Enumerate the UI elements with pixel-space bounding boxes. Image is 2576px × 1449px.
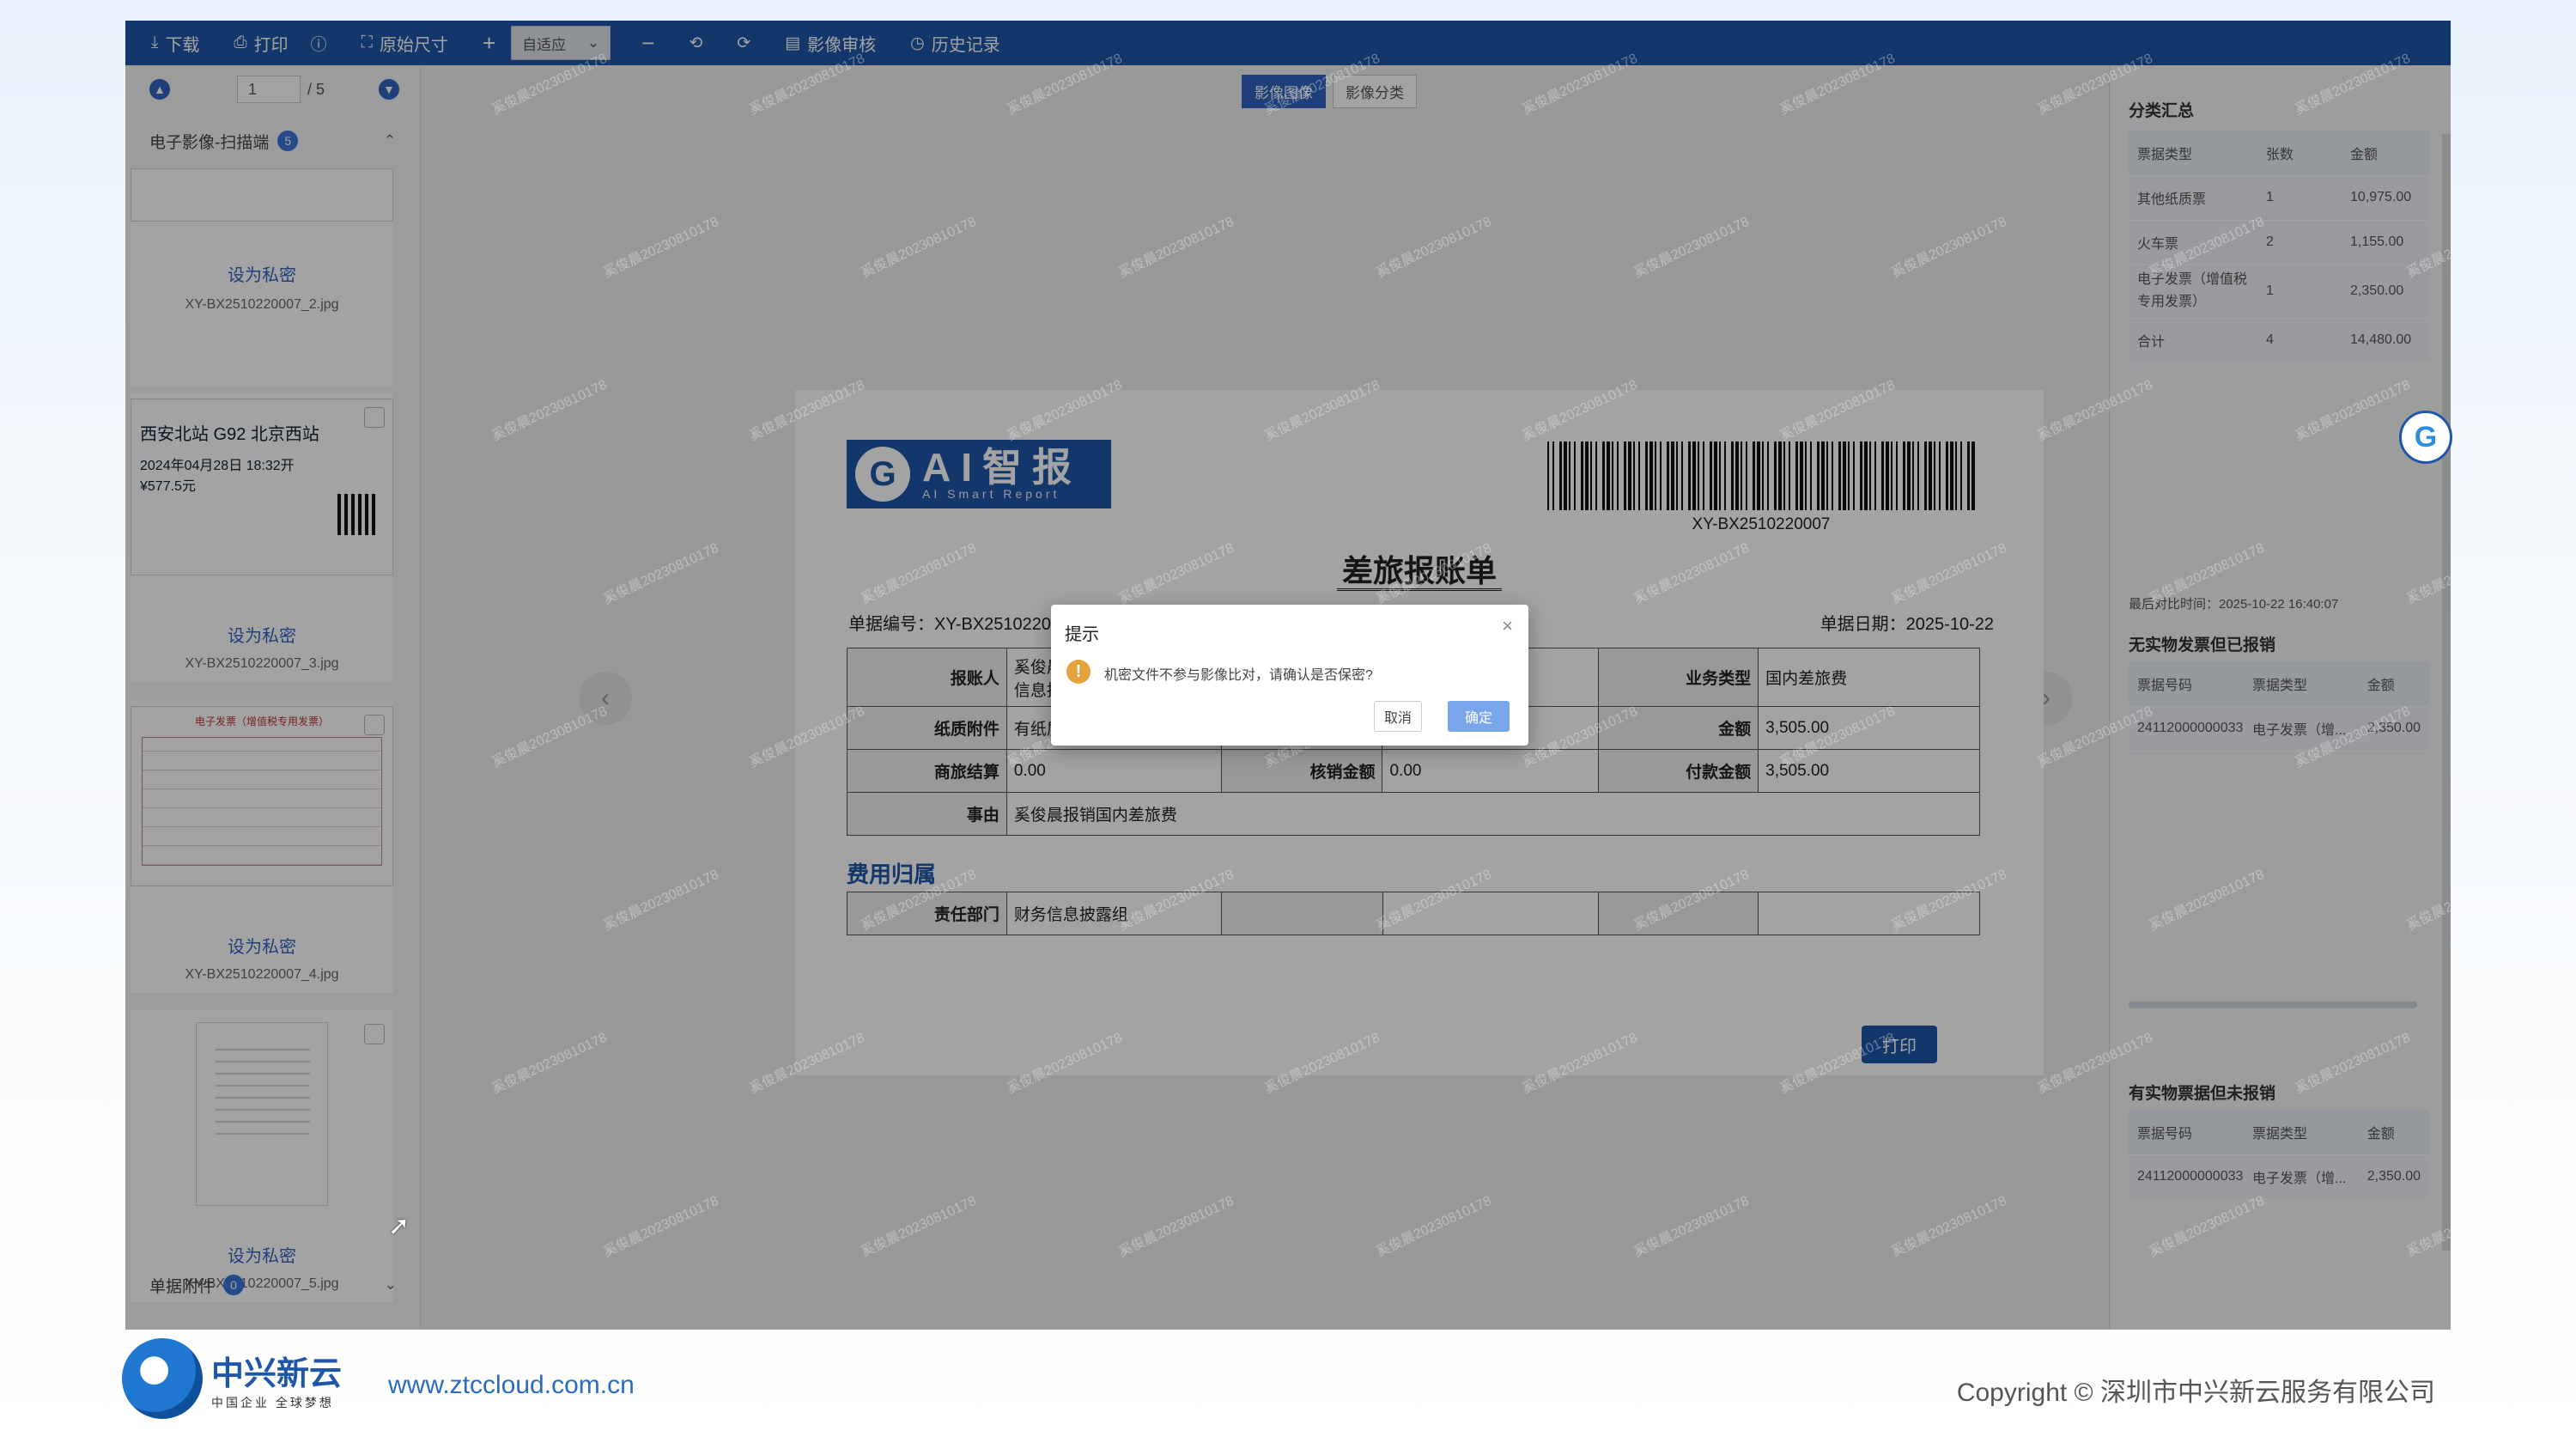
footer: 中兴新云 中国企业 全球梦想 www.ztccloud.com.cn Copyr… [0, 1330, 2576, 1449]
confirm-dialog: 提示 × ! 机密文件不参与影像比对，请确认是否保密? 取消 确定 [1051, 605, 1528, 746]
swirl-logo-icon [122, 1338, 203, 1419]
dialog-title: 提示 [1065, 625, 1099, 644]
footer-url[interactable]: www.ztccloud.com.cn [388, 1371, 635, 1400]
mouse-cursor-icon: ➚ [388, 1212, 410, 1240]
app-window: ⤓ 下载 ⎙ 打印 ⓘ ⛶ 原始尺寸 + 自适应 ⌄ − ⟲ ⟳ ▤ 影像审核 ◷ 历史记录 … [125, 21, 2451, 1330]
confirm-button[interactable]: 确定 [1448, 701, 1510, 732]
close-icon[interactable]: × [1502, 615, 1513, 637]
footer-logo: 中兴新云 中国企业 全球梦想 [122, 1338, 342, 1419]
warning-icon: ! [1066, 660, 1091, 684]
footer-copyright: Copyright © 深圳市中兴新云服务有限公司 [1956, 1379, 2435, 1407]
assistant-float-icon[interactable]: G [2399, 411, 2452, 464]
cancel-button[interactable]: 取消 [1374, 701, 1422, 732]
dialog-message: 机密文件不参与影像比对，请确认是否保密? [1104, 668, 1373, 683]
